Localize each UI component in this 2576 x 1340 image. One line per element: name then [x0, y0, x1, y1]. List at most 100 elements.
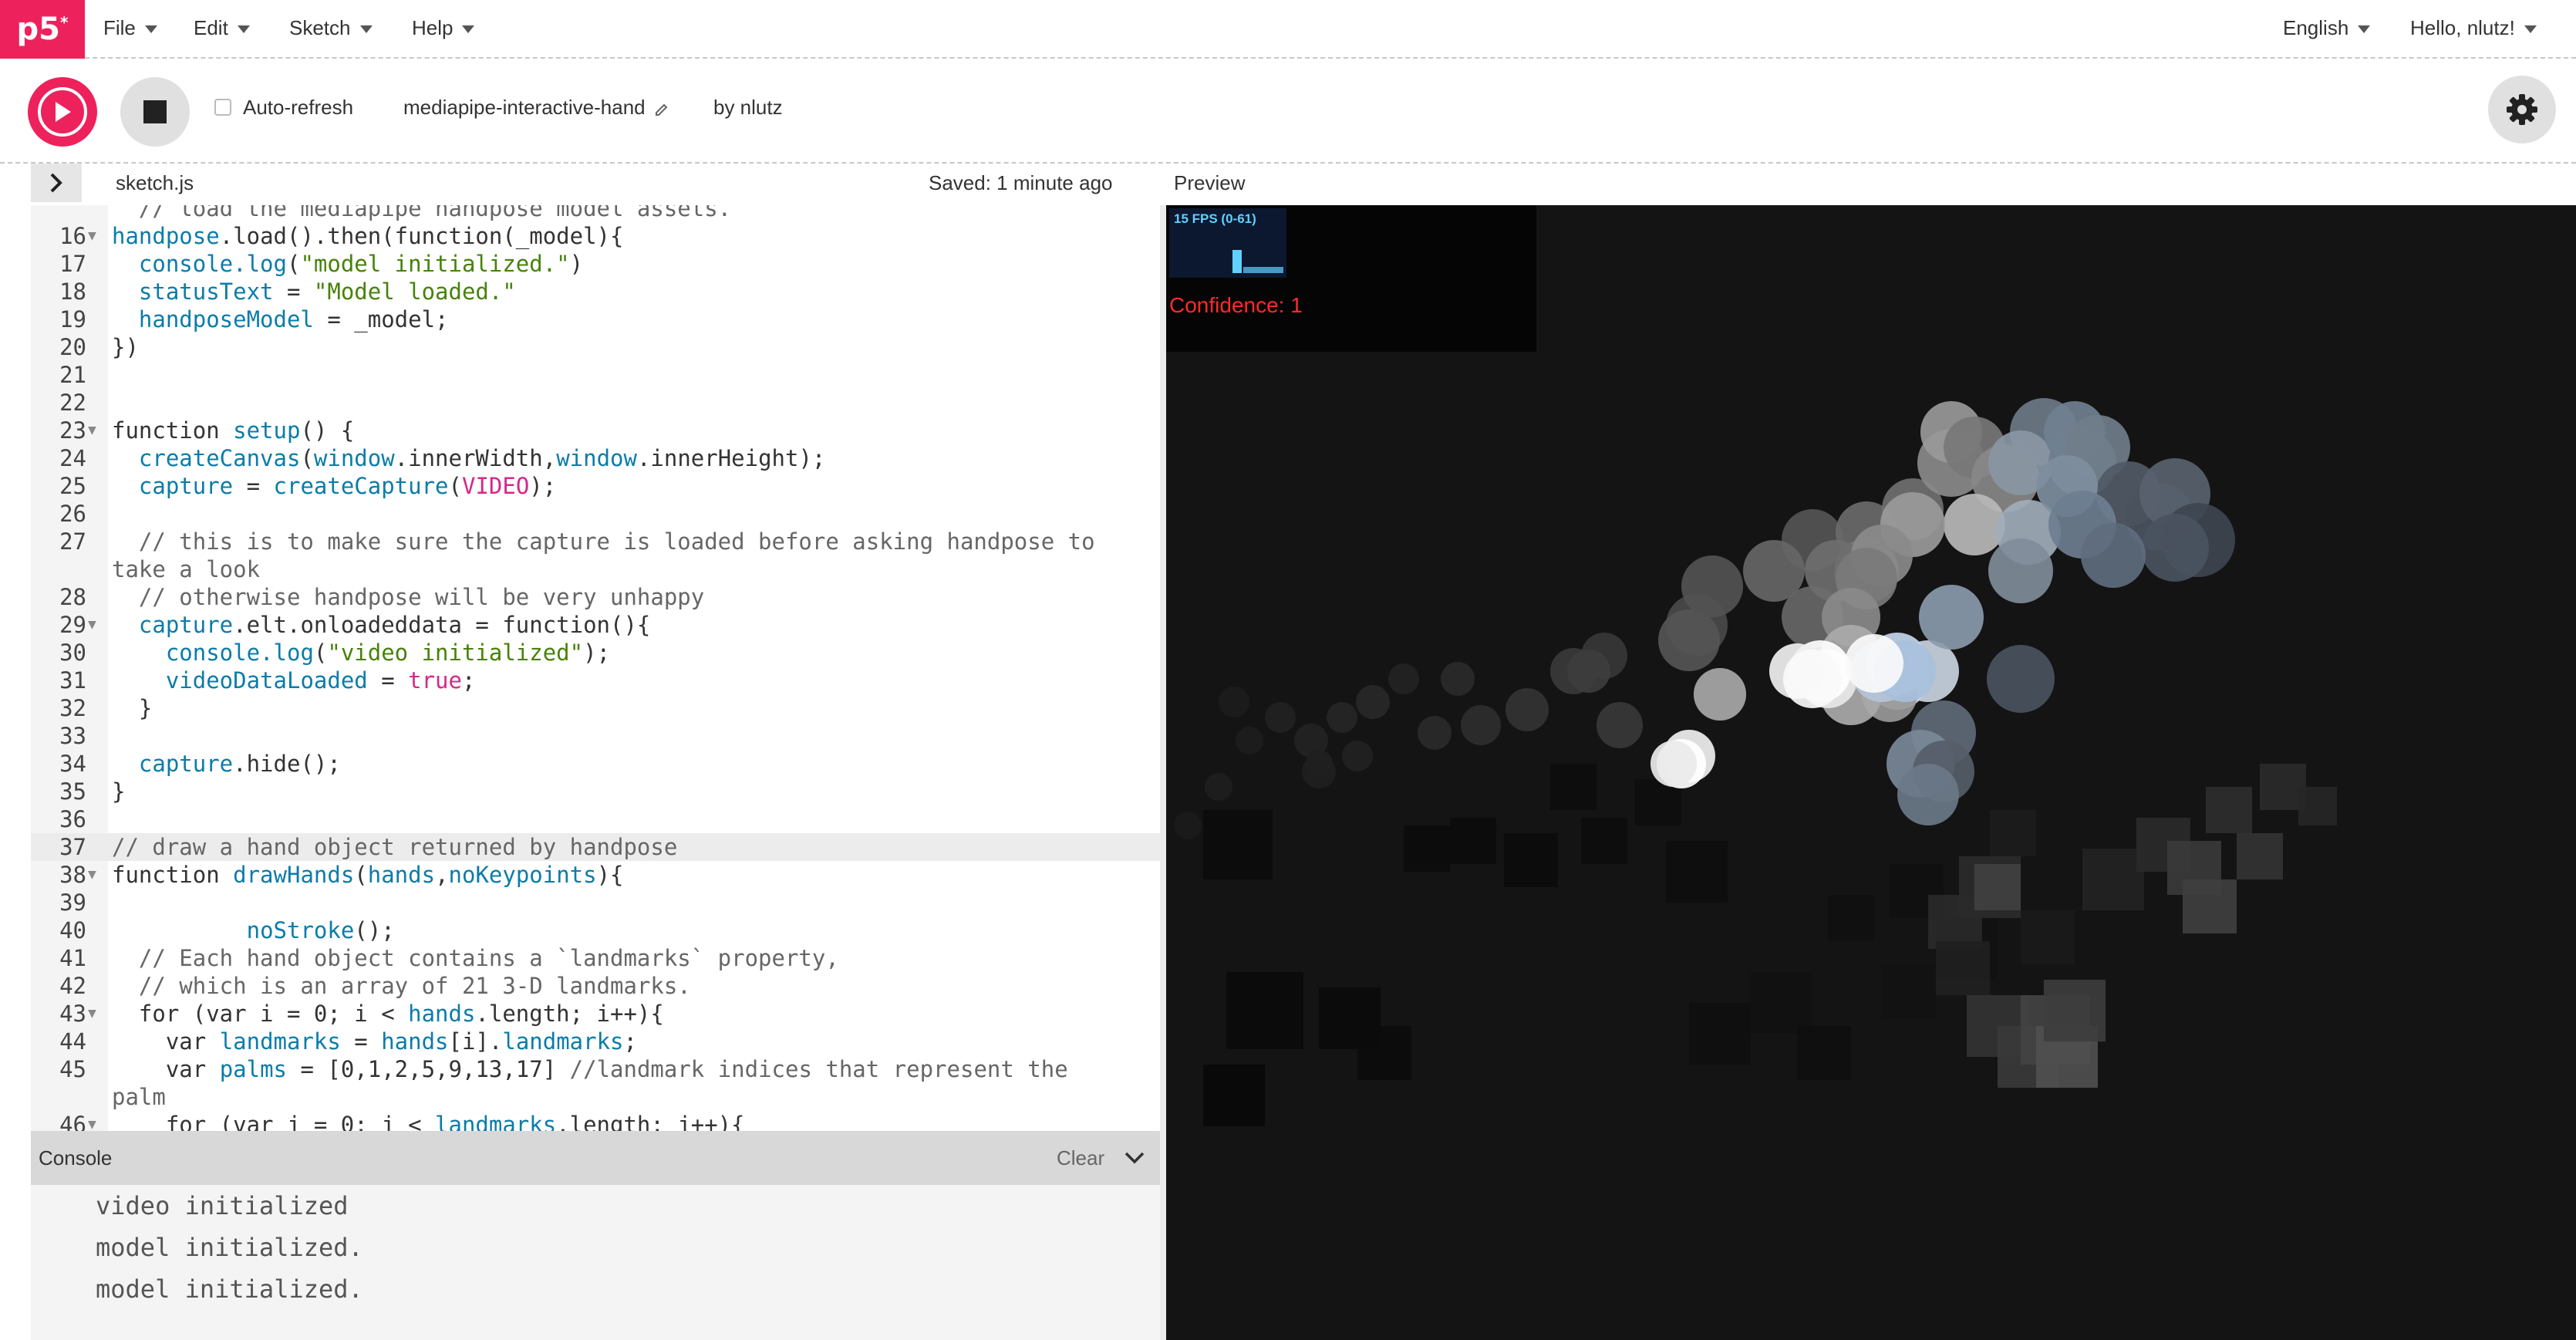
trail-square — [1504, 833, 1558, 887]
console-message: video initialized — [96, 1191, 349, 1220]
landmark-dot — [1567, 650, 1610, 693]
project-name[interactable]: mediapipe-interactive-hand — [403, 96, 669, 120]
landmark-dot — [1342, 741, 1373, 771]
code-line: 42 // which is an array of 21 3-D landma… — [31, 972, 1160, 1000]
fold-arrow-icon[interactable]: ▼ — [88, 417, 96, 444]
menu-file[interactable]: File — [103, 0, 157, 56]
code-text: noStroke(); — [246, 917, 395, 943]
trail-square — [1828, 895, 1874, 941]
trail-square — [1689, 1003, 1751, 1065]
code-line: 33 — [31, 722, 1160, 750]
landmark-dot — [1681, 555, 1743, 617]
code-text: // Each hand object contains a `landmark… — [138, 945, 839, 971]
fold-arrow-icon[interactable]: ▼ — [88, 861, 96, 889]
menu-sketch[interactable]: Sketch — [289, 0, 373, 56]
fold-arrow-icon[interactable]: ▼ — [88, 1000, 96, 1028]
settings-button[interactable] — [2488, 76, 2556, 143]
code-text: console.log("video initialized"); — [165, 640, 611, 666]
caret-down-icon — [237, 25, 250, 34]
play-button[interactable] — [28, 77, 97, 147]
trail-square — [1751, 972, 1812, 1034]
landmark-dot — [1597, 702, 1643, 748]
code-text: // which is an array of 21 3-D landmarks… — [138, 973, 691, 999]
sidebar-toggle-button[interactable] — [31, 164, 82, 202]
menu-edit[interactable]: Edit — [194, 0, 250, 56]
trail-square — [1550, 764, 1597, 810]
code-text: statusText = "Model loaded." — [138, 278, 516, 305]
caret-down-icon — [2524, 25, 2537, 34]
code-line: take a look — [31, 555, 1160, 583]
menu-help[interactable]: Help — [412, 0, 475, 56]
pencil-icon[interactable] — [654, 101, 669, 116]
fold-arrow-icon[interactable]: ▼ — [88, 222, 96, 250]
line-number: 39 — [59, 889, 86, 916]
code-text: // this is to make sure the capture is l… — [138, 528, 1095, 555]
code-text: capture.elt.onloadeddata = function(){ — [138, 612, 651, 638]
menu-file-label: File — [103, 16, 136, 39]
code-line: 45 var palms = [0,1,2,5,9,13,17] //landm… — [31, 1055, 1160, 1083]
trail-square — [1357, 1026, 1411, 1080]
language-select[interactable]: English — [2283, 0, 2371, 56]
line-number: 28 — [59, 584, 86, 610]
menu-edit-label: Edit — [194, 16, 228, 39]
landmark-dot — [1988, 538, 2053, 603]
landmark-dot — [1327, 702, 1357, 733]
code-line: 16 ▼ handpose.load().then(function(_model)… — [31, 222, 1160, 250]
gear-icon — [2507, 94, 2537, 125]
line-number: 45 — [59, 1056, 86, 1082]
line-number: 17 — [59, 251, 86, 277]
stop-button[interactable] — [120, 77, 190, 147]
editor-header: sketch.js Saved: 1 minute ago Preview — [0, 162, 2576, 205]
code-text: var palms = [0,1,2,5,9,13,17] //landmark… — [112, 1056, 1068, 1082]
code-line: 28 // otherwise handpose will be very un… — [31, 583, 1160, 611]
project-author: by nlutz — [713, 96, 783, 119]
code-line: 26 — [31, 500, 1160, 528]
line-number: 36 — [59, 806, 86, 832]
code-line: 23 ▼ function setup() { — [31, 417, 1160, 444]
top-nav: p5 * File Edit Sketch Help English Hello,… — [0, 0, 2576, 59]
code-line: 40 noStroke(); — [31, 916, 1160, 944]
chevron-right-icon — [50, 173, 62, 193]
line-number: 22 — [59, 390, 86, 416]
code-text: for (var i = 0; i < hands.length; i++){ — [112, 1001, 664, 1027]
line-number: 35 — [59, 778, 86, 805]
code-line: 35} — [31, 778, 1160, 805]
play-icon — [38, 87, 87, 137]
console-message: model initialized. — [96, 1233, 363, 1262]
line-number: 38 — [59, 862, 86, 888]
code-text: take a look — [112, 556, 261, 582]
landmark-dot — [1388, 663, 1419, 694]
code-line: 41 // Each hand object contains a `landm… — [31, 944, 1160, 972]
line-number: 46 — [59, 1112, 86, 1131]
landmark-dot — [1205, 773, 1232, 801]
trail-square — [1936, 941, 1990, 995]
console-clear-button[interactable]: Clear — [1057, 1146, 1104, 1170]
line-number: 23 — [59, 417, 86, 444]
file-tab-name[interactable]: sketch.js — [116, 171, 194, 195]
logo-text: p5 — [16, 12, 60, 47]
pane-divider[interactable] — [1160, 205, 1166, 1340]
code-line: 32 } — [31, 694, 1160, 722]
landmark-dot — [1650, 741, 1697, 787]
code-line: 18 statusText = "Model loaded." — [31, 278, 1160, 305]
auto-refresh-checkbox[interactable] — [214, 99, 231, 116]
menu-help-label: Help — [412, 16, 453, 39]
p5-logo[interactable]: p5 * — [0, 0, 85, 59]
fold-arrow-icon[interactable]: ▼ — [88, 611, 96, 639]
code-editor[interactable]: // load the mediapipe handpose model ass… — [31, 205, 1160, 1131]
code-text: capture.hide(); — [138, 751, 341, 777]
stop-icon — [143, 100, 167, 123]
fold-arrow-icon[interactable]: ▼ — [88, 1111, 96, 1131]
line-number: 44 — [59, 1028, 86, 1055]
code-text: console.log("model initialized.") — [138, 251, 584, 277]
trail-square — [2021, 910, 2075, 964]
sketch-preview[interactable]: 15 FPS (0-61) Confidence: 1 — [1166, 205, 2576, 1340]
user-menu[interactable]: Hello, nlutz! — [2410, 0, 2537, 56]
preview-canvas — [1166, 205, 2576, 1340]
line-number: 24 — [59, 445, 86, 471]
chevron-down-icon[interactable] — [1123, 1149, 1146, 1166]
code-text: } — [112, 778, 126, 805]
code-text: videoDataLoaded = true; — [165, 667, 476, 694]
code-line: 31 videoDataLoaded = true; — [31, 667, 1160, 694]
project-name-text: mediapipe-interactive-hand — [403, 96, 646, 119]
